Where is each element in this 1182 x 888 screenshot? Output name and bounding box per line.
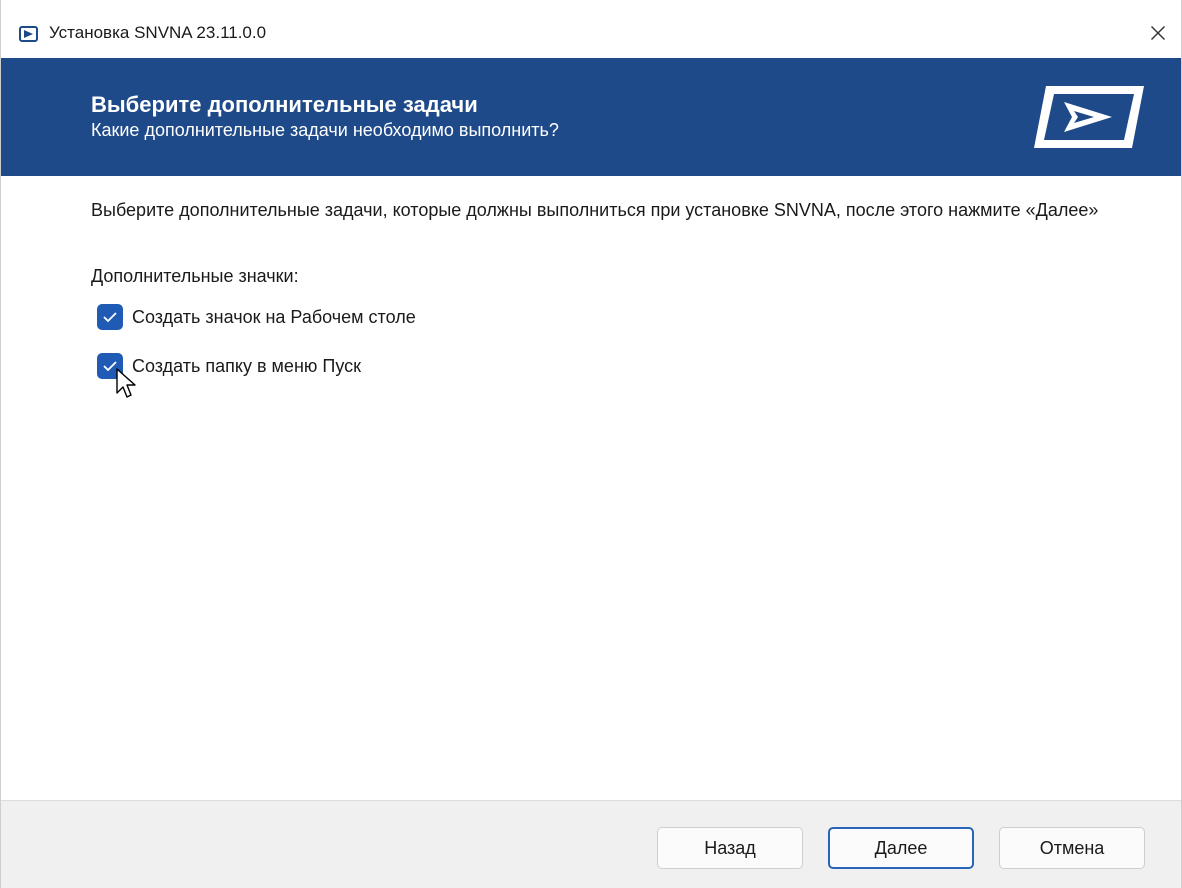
banner-subtitle: Какие дополнительные задачи необходимо в… <box>91 120 559 140</box>
next-button[interactable]: Далее <box>828 827 974 869</box>
banner-title: Выберите дополнительные задачи <box>91 92 478 117</box>
checkbox-checked[interactable] <box>97 353 123 379</box>
task-start-menu-checkbox[interactable]: Создать папку в меню Пуск <box>97 353 361 379</box>
button-bar: Назад Далее Отмена <box>1 800 1181 888</box>
checkmark-icon <box>103 312 117 323</box>
group-label: Дополнительные значки: <box>91 266 299 286</box>
back-button[interactable]: Назад <box>657 827 803 869</box>
installer-window: Установка SNVNA 23.11.0.0 Выберите допол… <box>0 0 1182 888</box>
task-label: Создать значок на Рабочем столе <box>132 306 416 327</box>
cancel-button[interactable]: Отмена <box>999 827 1145 869</box>
header-banner: Выберите дополнительные задачи Какие доп… <box>1 58 1181 176</box>
checkmark-icon <box>103 361 117 372</box>
task-desktop-icon-checkbox[interactable]: Создать значок на Рабочем столе <box>97 304 416 330</box>
content-area: Выберите дополнительные задачи, которые … <box>1 176 1181 800</box>
instruction-text: Выберите дополнительные задачи, которые … <box>91 200 1099 220</box>
window-title: Установка SNVNA 23.11.0.0 <box>49 23 267 42</box>
play-arrow-logo-icon <box>1034 86 1144 148</box>
task-label: Создать папку в меню Пуск <box>132 355 361 376</box>
close-icon <box>1151 26 1165 40</box>
app-icon <box>19 26 38 42</box>
close-button[interactable] <box>1135 12 1181 54</box>
title-bar: Установка SNVNA 23.11.0.0 <box>1 0 1181 58</box>
checkbox-checked[interactable] <box>97 304 123 330</box>
